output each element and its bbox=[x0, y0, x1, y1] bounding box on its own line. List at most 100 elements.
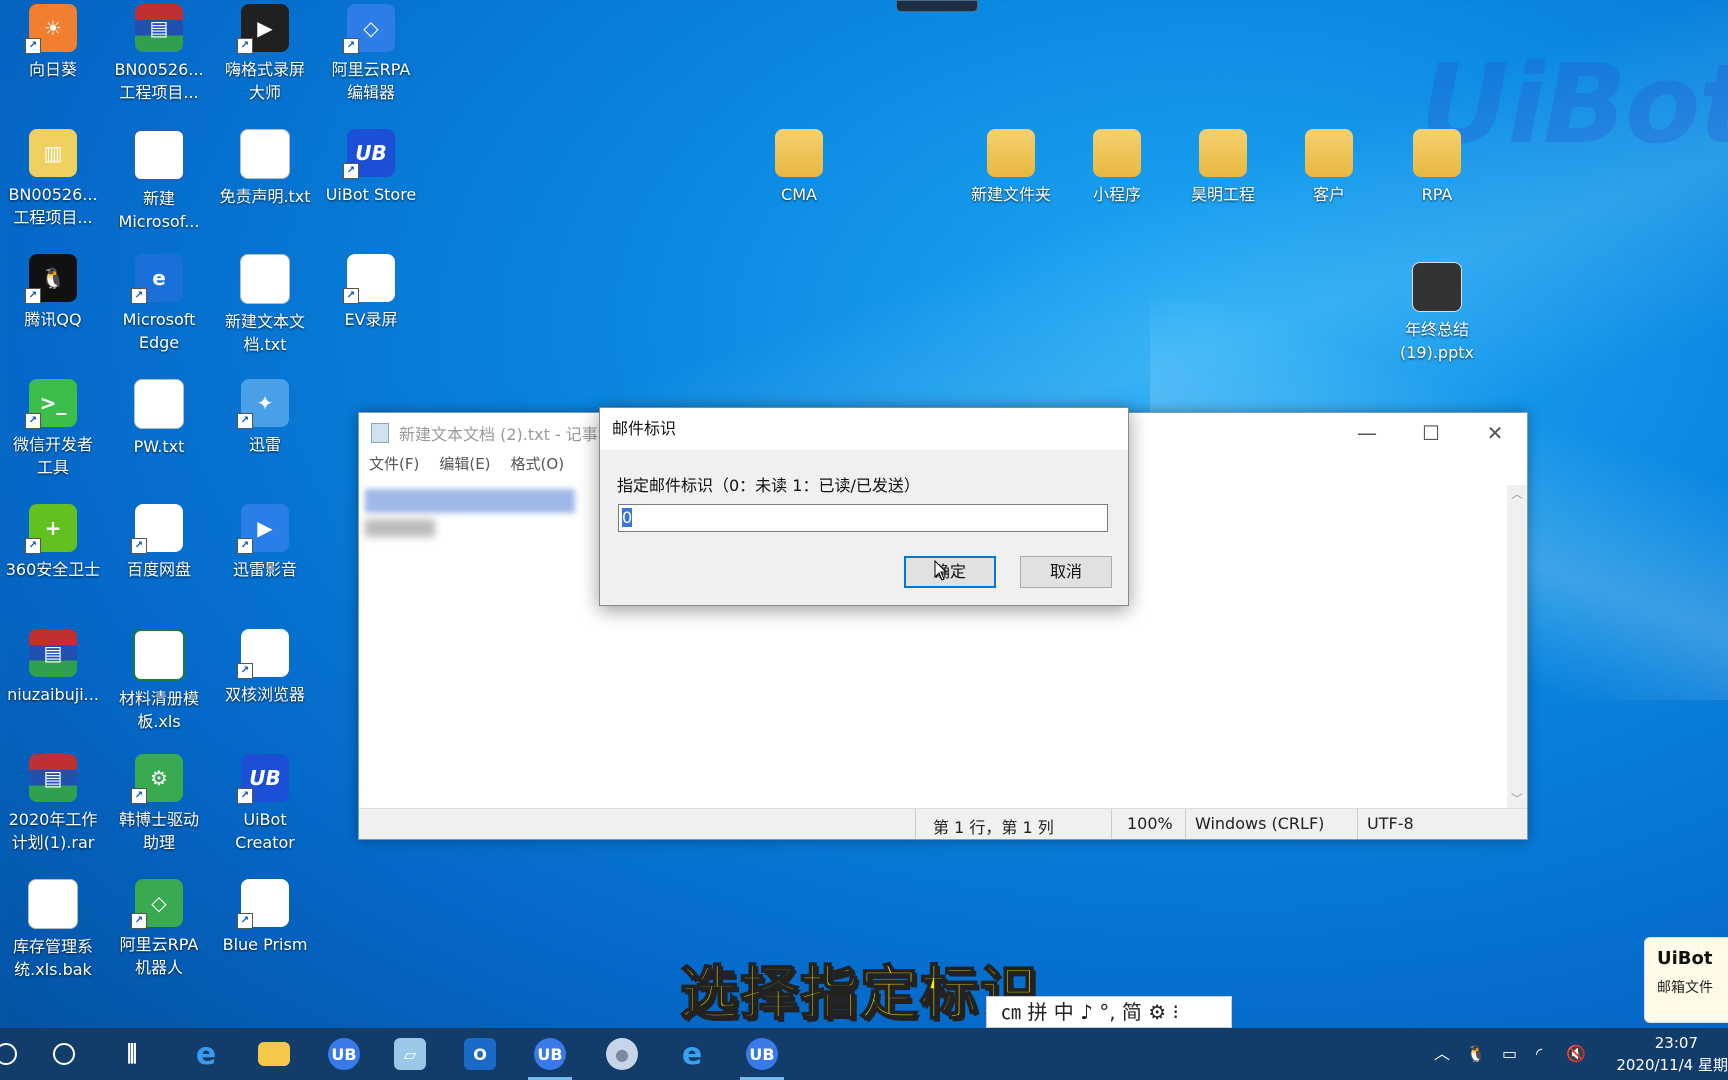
notification-body: 邮箱文件 bbox=[1657, 980, 1713, 996]
icon-label: 2020年工作 计划(1).rar bbox=[8, 810, 98, 852]
presentation-file-icon bbox=[1412, 262, 1462, 312]
icon-label: 迅雷 bbox=[248, 435, 281, 454]
search-icon[interactable] bbox=[0, 1028, 36, 1080]
tray-expand-icon[interactable]: ︿ bbox=[1434, 1028, 1450, 1080]
mail-flag-input[interactable]: 0 bbox=[618, 504, 1108, 532]
window-title: 新建文本文档 (2).txt - 记事本 bbox=[399, 425, 614, 444]
blank-file-icon bbox=[28, 879, 78, 929]
mail-flag-dialog[interactable]: 邮件标识 指定邮件标识（0：未读 1：已读/已发送） 0 确定 取消 bbox=[599, 407, 1129, 606]
cancel-button[interactable]: 取消 bbox=[1020, 556, 1112, 588]
icon-label: Microsoft Edge bbox=[122, 310, 196, 352]
status-position: 第 1 行，第 1 列 bbox=[933, 818, 1054, 837]
ie-browser-icon[interactable]: e bbox=[662, 1028, 722, 1080]
menu-file[interactable]: 文件(F) bbox=[369, 453, 419, 477]
desktop-icon[interactable]: 新建文本文 档.txt bbox=[212, 250, 318, 356]
uibot-taskbar-icon[interactable]: UB bbox=[732, 1028, 792, 1080]
desktop-icon[interactable]: UB ↗ UiBot Creator bbox=[212, 750, 318, 854]
desktop-icon[interactable]: CMA bbox=[746, 125, 852, 206]
notepad-taskbar-icon[interactable]: ▱ bbox=[380, 1028, 440, 1080]
edge-browser-icon: e ↗ bbox=[131, 254, 183, 304]
desktop-icon[interactable]: X 材料清册模 板.xls bbox=[106, 625, 212, 733]
zip-folder-icon: ▥ bbox=[29, 129, 77, 177]
icon-label: 双核浏览器 bbox=[224, 685, 305, 704]
desktop-icon[interactable]: ▤ BN00526... 工程项目... bbox=[106, 0, 212, 104]
icon-label: PW.txt bbox=[133, 437, 185, 456]
icon-label: 客户 bbox=[1312, 185, 1345, 204]
desktop-icon[interactable]: >_ ↗ 微信开发者 工具 bbox=[0, 375, 106, 479]
desktop-icon[interactable]: ⚙ ↗ 韩博士驱动 助理 bbox=[106, 750, 212, 854]
clock-date: 2020/11/4 星期 bbox=[1616, 1056, 1728, 1074]
desktop-icon[interactable]: ✦ ↗ 迅雷 bbox=[212, 375, 318, 456]
desktop-icon[interactable]: ▤ niuzaibuji... bbox=[0, 625, 106, 706]
icon-label: 迅雷影音 bbox=[232, 560, 297, 579]
ime-toolbar[interactable]: ㎝ 拼 中 ♪ °, 简 ⚙ ⁝ bbox=[986, 996, 1232, 1028]
desktop-icon[interactable]: B ↗ Blue Prism bbox=[212, 875, 318, 956]
desktop-icon[interactable]: e ↗ Microsoft Edge bbox=[106, 250, 212, 354]
menu-format[interactable]: 格式(O) bbox=[511, 453, 565, 477]
desktop-icon[interactable]: ▥ BN00526... 工程项目... bbox=[0, 125, 106, 229]
task-view-icon[interactable]: ⫼ bbox=[102, 1028, 162, 1080]
uibot-taskbar-icon[interactable]: UB bbox=[314, 1028, 374, 1080]
desktop-icon[interactable]: W 新建 Microsof... bbox=[106, 125, 212, 233]
desktop-icon[interactable]: ◇ ↗ 阿里云RPA 机器人 bbox=[106, 875, 212, 979]
desktop-icon[interactable]: 🐧 ↗ 腾讯QQ bbox=[0, 250, 106, 331]
network-device-icon[interactable]: ▭ bbox=[1502, 1028, 1517, 1080]
volume-muted-icon[interactable]: 🔇 bbox=[1566, 1028, 1586, 1080]
status-bar: 第 1 行，第 1 列 100% Windows (CRLF) UTF-8 bbox=[359, 808, 1527, 839]
desktop-icon[interactable]: e ↗ 双核浏览器 bbox=[212, 625, 318, 706]
desktop-icon[interactable]: 年终总结 (19).pptx bbox=[1384, 258, 1490, 364]
close-icon[interactable]: ✕ bbox=[1463, 413, 1527, 453]
desktop-icon[interactable]: 客户 bbox=[1276, 125, 1382, 206]
recording-indicator bbox=[896, 0, 978, 12]
aliyun-rpa-robot-icon: ◇ ↗ bbox=[131, 879, 183, 929]
desktop-icon[interactable]: ◇ ↗ 阿里云RPA 编辑器 bbox=[318, 0, 424, 104]
blue-prism-icon: B ↗ bbox=[237, 879, 289, 929]
scroll-up-icon[interactable]: ︿ bbox=[1507, 485, 1527, 502]
desktop-icon[interactable]: ▶ ↗ 迅雷影音 bbox=[212, 500, 318, 581]
excel-file-icon: X bbox=[133, 629, 185, 681]
cortana-icon[interactable] bbox=[34, 1028, 94, 1080]
outlook-icon[interactable]: O bbox=[450, 1028, 510, 1080]
scroll-down-icon[interactable]: ﹀ bbox=[1507, 790, 1527, 807]
system-clock[interactable]: 23:07 2020/11/4 星期 bbox=[1608, 1032, 1728, 1076]
desktop-icon[interactable]: ▶ ↗ 嗨格式录屏 大师 bbox=[212, 0, 318, 104]
menu-edit[interactable]: 编辑(E) bbox=[439, 453, 490, 477]
desktop-icon[interactable]: UB ↗ UiBot Store bbox=[318, 125, 424, 206]
notification-toast[interactable]: UiBot 邮箱文件 bbox=[1644, 937, 1728, 1023]
maximize-icon[interactable]: ☐ bbox=[1399, 413, 1463, 453]
ok-button[interactable]: 确定 bbox=[904, 556, 996, 588]
blurred-text bbox=[365, 519, 435, 537]
uibot-creator-icon: UB ↗ bbox=[237, 754, 289, 804]
desktop-icon[interactable]: ▤ 2020年工作 计划(1).rar bbox=[0, 750, 106, 854]
vertical-scrollbar[interactable]: ︿ ﹀ bbox=[1507, 485, 1527, 809]
desktop-icon[interactable]: 小程序 bbox=[1064, 125, 1170, 206]
screen-recorder-icon: ▶ ↗ bbox=[237, 4, 289, 54]
icon-label: 360安全卫士 bbox=[5, 560, 101, 579]
desktop-icon[interactable]: ∞ ↗ 百度网盘 bbox=[106, 500, 212, 581]
winrar-icon: ▤ bbox=[29, 754, 77, 802]
wifi-icon[interactable]: ◜ bbox=[1536, 1028, 1542, 1080]
window-controls: — ☐ ✕ bbox=[1335, 413, 1527, 453]
desktop-icon[interactable]: 新建文件夹 bbox=[958, 125, 1064, 206]
desktop-icon[interactable]: 免责声明.txt bbox=[212, 125, 318, 208]
icon-label: EV录屏 bbox=[344, 310, 398, 329]
icon-label: 新建文件夹 bbox=[970, 185, 1051, 204]
desktop-icon[interactable]: PW.txt bbox=[106, 375, 212, 458]
desktop-icon[interactable]: ☀ ↗ 向日葵 bbox=[0, 0, 106, 81]
driver-assistant-icon: ⚙ ↗ bbox=[131, 754, 183, 804]
edge-taskbar-icon[interactable]: e bbox=[176, 1028, 236, 1080]
desktop-icon[interactable]: EV ↗ EV录屏 bbox=[318, 250, 424, 331]
desktop-icon[interactable]: 昊明工程 bbox=[1170, 125, 1276, 206]
minimize-icon[interactable]: — bbox=[1335, 413, 1399, 453]
baidu-netdisk-icon: ∞ ↗ bbox=[131, 504, 183, 554]
desktop-icon[interactable]: 库存管理系 统.xls.bak bbox=[0, 875, 106, 981]
desktop-icon[interactable]: RPA bbox=[1384, 125, 1490, 206]
xunlei-bird-icon: ✦ ↗ bbox=[237, 379, 289, 429]
icon-label: 昊明工程 bbox=[1190, 185, 1255, 204]
qq-tray-icon[interactable]: 🐧 bbox=[1466, 1028, 1486, 1080]
uibot-taskbar-icon[interactable]: UB bbox=[520, 1028, 580, 1080]
file-explorer-icon[interactable] bbox=[244, 1028, 304, 1080]
desktop-icon[interactable]: + ↗ 360安全卫士 bbox=[0, 500, 106, 581]
user-avatar-icon[interactable]: ● bbox=[592, 1028, 652, 1080]
notification-title: UiBot bbox=[1657, 948, 1713, 969]
